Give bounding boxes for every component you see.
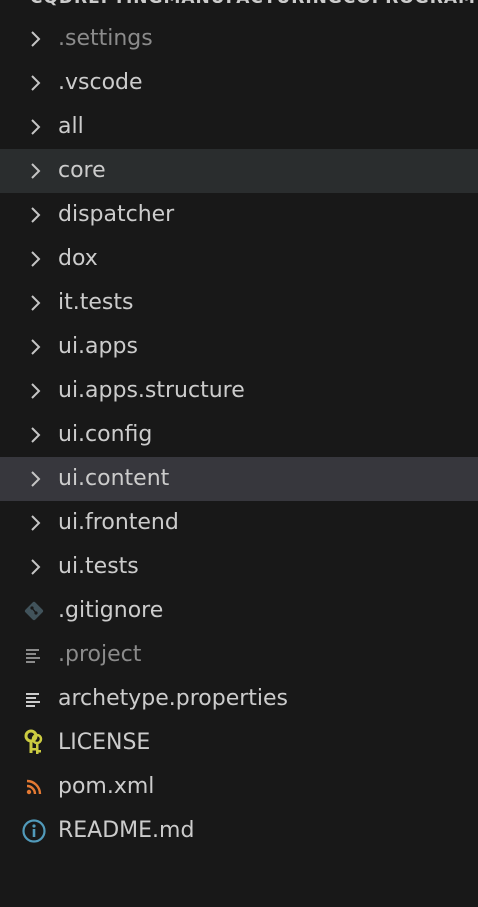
lines-icon — [21, 687, 47, 711]
chevron-right-icon — [31, 427, 41, 443]
tree-item-ui-apps-structure-folder[interactable]: ui.apps.structure — [0, 369, 478, 413]
tree-item-label: ui.frontend — [58, 510, 179, 535]
tree-item-label: ui.config — [58, 422, 153, 447]
tree-item-ui-tests-folder[interactable]: ui.tests — [0, 545, 478, 589]
tree-item-license-file[interactable]: LICENSE — [0, 721, 478, 765]
explorer-section-title: CQDREFTINGMANUFACTURINGCOPROGRAM — [30, 0, 476, 8]
tree-item-all-folder[interactable]: all — [0, 105, 478, 149]
tree-item-project-file[interactable]: .project — [0, 633, 478, 677]
tree-item-label: pom.xml — [58, 774, 155, 799]
tree-item-label: .vscode — [58, 70, 143, 95]
tree-item-label: ui.content — [58, 466, 170, 491]
tree-item-vscode-folder[interactable]: .vscode — [0, 61, 478, 105]
tree-item-pom-xml-file[interactable]: pom.xml — [0, 765, 478, 809]
chevron-right-icon — [31, 383, 41, 399]
tree-item-core-folder[interactable]: core — [0, 149, 478, 193]
chevron-right-icon — [31, 515, 41, 531]
chevron-right-icon — [31, 119, 41, 135]
tree-item-label: it.tests — [58, 290, 134, 315]
chevron-right-icon — [31, 163, 41, 179]
tree-item-readme-md-file[interactable]: README.md — [0, 809, 478, 853]
tree-item-label: ui.tests — [58, 554, 139, 579]
rss-icon — [21, 775, 47, 799]
license-key-icon — [21, 729, 47, 755]
chevron-right-icon — [31, 207, 41, 223]
tree-item-ui-frontend-folder[interactable]: ui.frontend — [0, 501, 478, 545]
tree-item-label: ui.apps.structure — [58, 378, 245, 403]
tree-item-label: dispatcher — [58, 202, 175, 227]
chevron-right-icon — [31, 251, 41, 267]
tree-item-label: .project — [58, 642, 142, 667]
tree-item-dox-folder[interactable]: dox — [0, 237, 478, 281]
chevron-right-icon — [31, 75, 41, 91]
tree-item-label: ui.apps — [58, 334, 138, 359]
tree-item-ui-config-folder[interactable]: ui.config — [0, 413, 478, 457]
chevron-right-icon — [31, 471, 41, 487]
tree-item-it-tests-folder[interactable]: it.tests — [0, 281, 478, 325]
lines-icon — [21, 643, 47, 667]
tree-item-dispatcher-folder[interactable]: dispatcher — [0, 193, 478, 237]
chevron-right-icon — [31, 295, 41, 311]
chevron-right-icon — [31, 559, 41, 575]
tree-item-ui-apps-folder[interactable]: ui.apps — [0, 325, 478, 369]
tree-item-ui-content-folder[interactable]: ui.content — [0, 457, 478, 501]
tree-item-archetype-properties-file[interactable]: archetype.properties — [0, 677, 478, 721]
tree-item-label: .settings — [58, 26, 153, 51]
info-icon — [21, 819, 47, 843]
tree-item-label: core — [58, 158, 106, 183]
tree-item-label: LICENSE — [58, 730, 151, 755]
tree-item-label: .gitignore — [58, 598, 164, 623]
tree-item-label: README.md — [58, 818, 195, 843]
chevron-right-icon — [31, 339, 41, 355]
git-icon — [21, 599, 47, 623]
tree-item-gitignore-file[interactable]: .gitignore — [0, 589, 478, 633]
chevron-right-icon — [31, 31, 41, 47]
explorer-section-header[interactable]: CQDREFTINGMANUFACTURINGCOPROGRAM — [0, 0, 478, 8]
tree-item-settings-folder[interactable]: .settings — [0, 17, 478, 61]
tree-item-label: dox — [58, 246, 98, 271]
tree-item-label: archetype.properties — [58, 686, 289, 711]
file-tree: .settings .vscode all core dispatcher do… — [0, 17, 478, 853]
tree-item-label: all — [58, 114, 84, 139]
